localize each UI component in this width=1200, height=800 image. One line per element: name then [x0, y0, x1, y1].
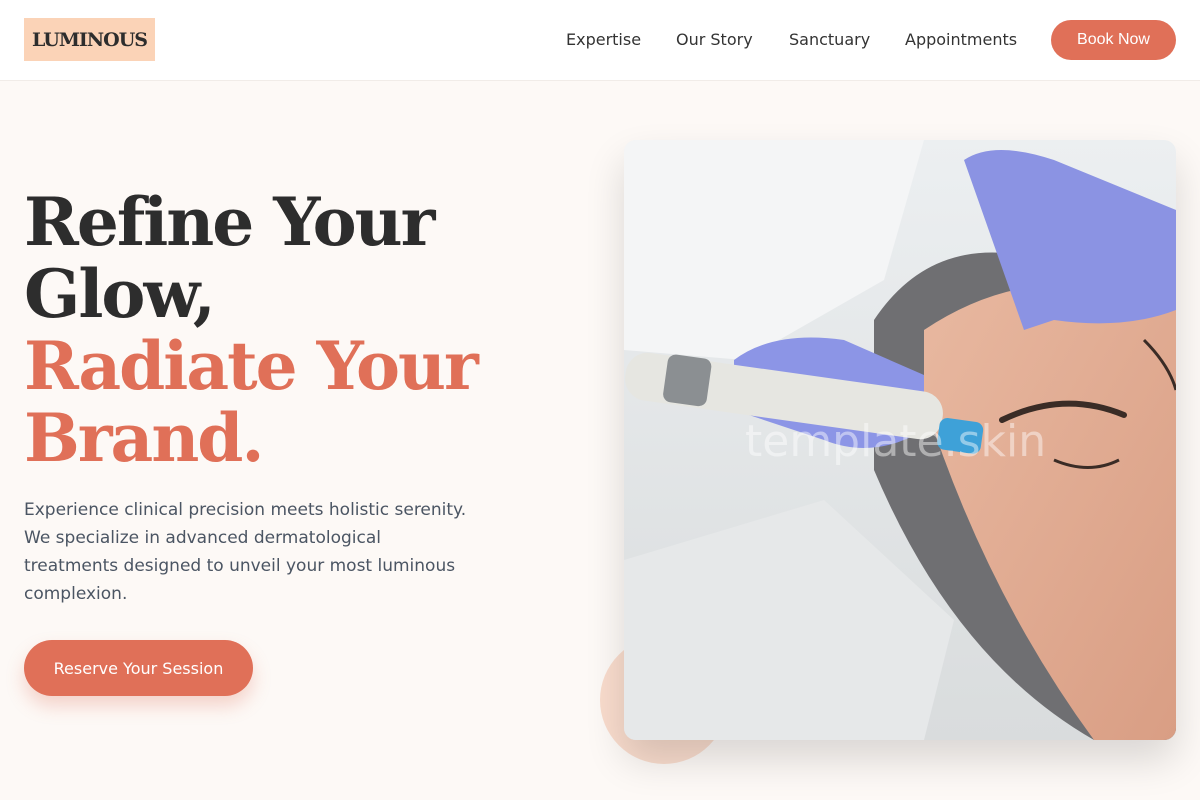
hero-image: template.skin [624, 140, 1176, 740]
headline-line-3: Radiate Your [24, 327, 479, 405]
nav-link-our-story[interactable]: Our Story [676, 30, 753, 50]
headline-line-1: Refine Your [24, 183, 435, 261]
logo[interactable]: LUMINOUS [24, 18, 155, 61]
nav-link-appointments[interactable]: Appointments [905, 30, 1017, 50]
hero-headline: Refine Your Glow, Radiate Your Brand. [24, 186, 584, 474]
site-header: LUMINOUS Expertise Our Story Sanctuary A… [0, 0, 1200, 81]
nav-link-sanctuary[interactable]: Sanctuary [789, 30, 870, 50]
headline-line-4: Brand. [24, 399, 264, 477]
image-watermark: template.skin [745, 416, 1047, 467]
reserve-session-button[interactable]: Reserve Your Session [24, 640, 253, 696]
headline-line-2: Glow, [24, 255, 216, 333]
hero-lead-text: Experience clinical precision meets holi… [24, 500, 467, 604]
nav-link-expertise[interactable]: Expertise [566, 30, 641, 50]
book-now-button[interactable]: Book Now [1051, 20, 1176, 60]
